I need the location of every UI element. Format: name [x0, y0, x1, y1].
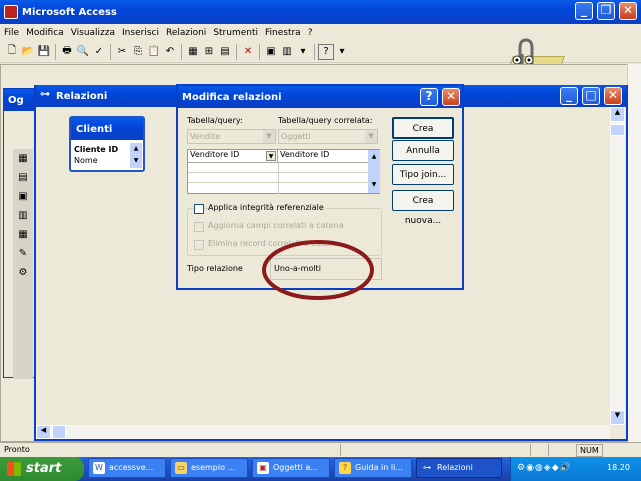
rel-vscrollbar[interactable]: ▲ ▼	[610, 107, 625, 425]
menu-inserisci[interactable]: Inserisci	[122, 28, 159, 38]
grid-right-field[interactable]: Venditore ID	[278, 150, 368, 163]
integrity-checkbox[interactable]	[194, 204, 204, 214]
rel-hscrollbar[interactable]: ◀	[36, 425, 610, 439]
menu-strumenti[interactable]: Strumenti	[213, 28, 258, 38]
integrity-label: Applica integrità referenziale	[208, 203, 326, 212]
create-button[interactable]: Crea	[392, 117, 454, 139]
create-new-button[interactable]: Crea nuova...	[392, 190, 454, 226]
related-table-label: Tabella/query correlata:	[278, 116, 373, 125]
dialog-close-button[interactable]: ✕	[442, 88, 460, 106]
cascade-update-checkbox	[194, 222, 204, 232]
restore-button[interactable]: ❐	[597, 2, 615, 20]
menu-modifica[interactable]: Modifica	[26, 28, 64, 38]
show-direct-icon[interactable]: ⊞	[201, 44, 217, 60]
print-icon[interactable]: 🖶	[59, 44, 75, 60]
close-button[interactable]: ✕	[619, 2, 637, 20]
delete-icon[interactable]: ✕	[240, 44, 256, 60]
field-mapping-grid[interactable]: Venditore ID ▼ Venditore ID ▲ ▼	[187, 149, 380, 194]
clock: 18.20	[607, 463, 630, 472]
rel-maximize-button[interactable]: □	[582, 87, 600, 105]
help-dropdown-icon[interactable]: ▾	[334, 44, 350, 60]
related-table-combo: Oggetti ▼	[278, 129, 378, 144]
join-type-button[interactable]: Tipo join...	[392, 164, 454, 185]
menu-relazioni[interactable]: Relazioni	[166, 28, 206, 38]
new-icon[interactable]: 🗋	[4, 44, 20, 60]
task-relazioni[interactable]: ⊶ Relazioni	[416, 458, 502, 478]
access-key-icon	[4, 5, 18, 19]
app-title-bar: Microsoft Access _ ❐ ✕	[0, 0, 641, 24]
annotation-ellipse	[262, 240, 374, 300]
menu-visualizza[interactable]: Visualizza	[71, 28, 115, 38]
table-scroll[interactable]: ▲ ▼	[130, 143, 142, 168]
show-table-icon[interactable]: ▦	[185, 44, 201, 60]
open-icon[interactable]: 📂	[20, 44, 36, 60]
cascade-delete-checkbox	[194, 240, 204, 250]
minimize-button[interactable]: _	[575, 2, 593, 20]
start-button[interactable]: start	[0, 457, 84, 481]
cascade-update-label: Aggiorna campi correlati a catena	[208, 221, 344, 230]
relationships-task-icon: ⊶	[423, 463, 431, 472]
grid-left-field[interactable]: Venditore ID ▼	[188, 150, 278, 163]
table-query-combo: Vendite ▼	[187, 129, 276, 144]
grid-scrollbar[interactable]: ▲ ▼	[368, 150, 380, 193]
help-book-icon: ?	[339, 462, 351, 474]
word-doc-icon: W	[93, 462, 105, 474]
rel-minimize-button[interactable]: _	[560, 87, 578, 105]
access-db-icon: ▣	[257, 462, 269, 474]
field-cliente-id[interactable]: Cliente ID	[74, 144, 130, 155]
main-vscrollbar[interactable]	[627, 64, 641, 442]
relationships-title: Relazioni	[56, 90, 108, 102]
task-oggetti[interactable]: ▣ Oggetti a...	[252, 458, 330, 478]
windows-logo-icon	[7, 462, 21, 476]
field-nome[interactable]: Nome	[74, 155, 130, 166]
task-accessve[interactable]: Waccessve...	[88, 458, 166, 478]
dialog-title-bar: Modifica relazioni ? ✕	[178, 86, 462, 108]
cancel-button[interactable]: Annulla	[392, 140, 454, 161]
dialog-help-button[interactable]: ?	[420, 88, 438, 106]
table-query-label: Tabella/query:	[187, 116, 243, 125]
preview-icon[interactable]: 🔍	[75, 44, 91, 60]
system-tray: ⚙◉◍◈◆🔊 18.20	[510, 457, 641, 481]
object-bar: ▦ ▤ ▣ ▥ ▦ ✎ ⚙	[13, 149, 33, 379]
new-object-icon[interactable]: ▥	[279, 44, 295, 60]
num-lock-indicator: NUM	[576, 444, 603, 457]
undo-icon[interactable]: ↶	[162, 44, 178, 60]
dropdown-arrow-icon[interactable]: ▾	[295, 44, 311, 60]
database-window-icon[interactable]: ▣	[263, 44, 279, 60]
menu-finestra[interactable]: Finestra	[265, 28, 301, 38]
menu-help[interactable]: ?	[308, 28, 313, 38]
tray-icons[interactable]: ⚙◉◍◈◆🔊	[517, 463, 572, 473]
help-icon[interactable]: ?	[318, 43, 334, 60]
status-bar: Pronto NUM	[0, 442, 641, 457]
table-clienti-title: Clienti	[71, 118, 143, 140]
show-all-icon[interactable]: ▤	[217, 44, 233, 60]
rel-close-button[interactable]: ✕	[604, 87, 622, 105]
cut-icon[interactable]: ✂	[114, 44, 130, 60]
spell-icon[interactable]: ✓	[91, 44, 107, 60]
relationships-icon: ⊶	[40, 89, 50, 100]
menu-file[interactable]: File	[4, 28, 19, 38]
copy-icon[interactable]: ⎘	[130, 44, 146, 60]
table-clienti[interactable]: Clienti Cliente ID Nome ▲ ▼	[69, 116, 145, 172]
relation-type-label: Tipo relazione	[187, 264, 243, 273]
task-esempio[interactable]: ▭ esempio ...	[170, 458, 248, 478]
status-text: Pronto	[4, 445, 30, 454]
save-icon[interactable]: 💾	[36, 44, 52, 60]
dialog-title: Modifica relazioni	[182, 91, 282, 103]
task-guida[interactable]: ? Guida in li...	[334, 458, 412, 478]
folder-icon: ▭	[175, 462, 187, 474]
database-window-title: Og	[4, 89, 38, 111]
paste-icon[interactable]: 📋	[146, 44, 162, 60]
app-title: Microsoft Access	[22, 6, 117, 18]
